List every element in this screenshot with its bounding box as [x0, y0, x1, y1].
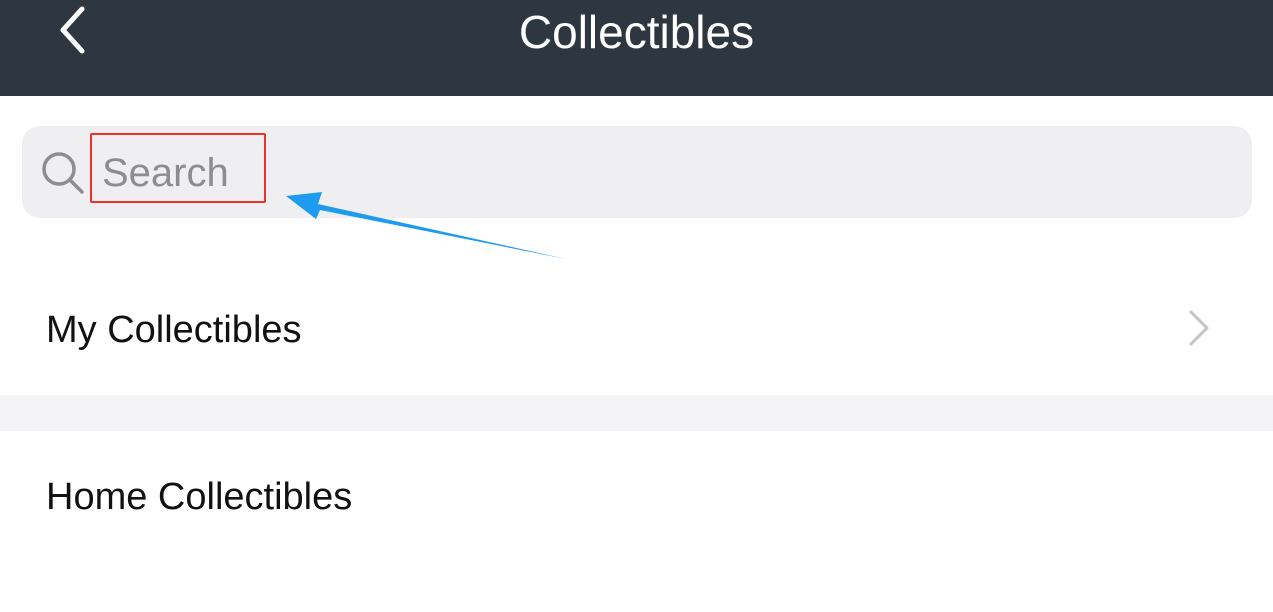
- list-item-my-collectibles[interactable]: My Collectibles: [0, 262, 1273, 395]
- page-title: Collectibles: [518, 6, 755, 58]
- search-icon: [42, 152, 84, 194]
- list-item-label: Home Collectibles: [46, 476, 353, 518]
- chevron-right-icon: [1189, 310, 1209, 346]
- list-item-home-collectibles[interactable]: Home Collectibles: [0, 431, 1273, 612]
- collectibles-screen: Collectibles My Collectibles Home Collec…: [0, 0, 1273, 612]
- section-divider: [0, 395, 1273, 431]
- navigation-bar: Collectibles: [0, 0, 1273, 96]
- search-input[interactable]: [102, 146, 702, 200]
- list-item-label: My Collectibles: [46, 309, 302, 351]
